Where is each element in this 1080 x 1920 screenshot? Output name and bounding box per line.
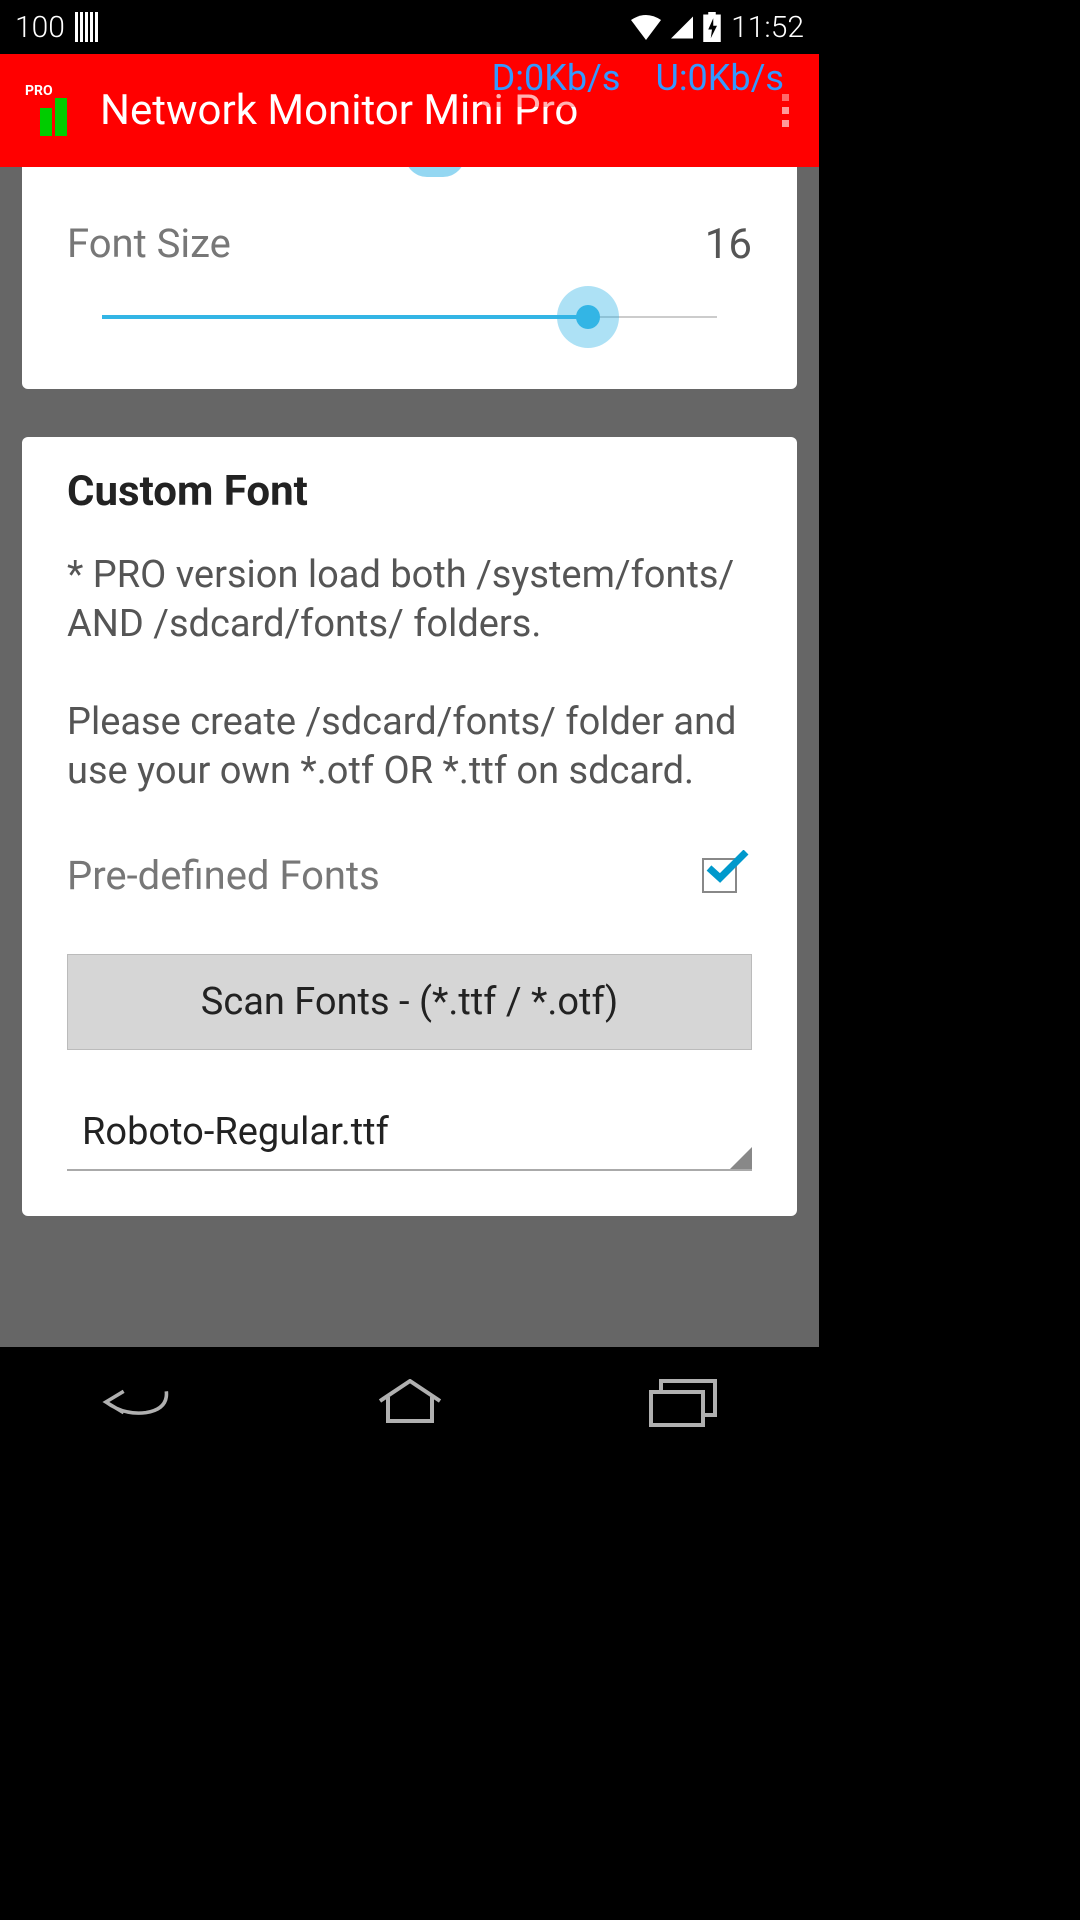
clock-time: 11:52 — [731, 10, 804, 45]
custom-font-description-2: Please create /sdcard/fonts/ folder and … — [67, 698, 752, 797]
speed-overlay: D:0Kb/s U:0Kb/s — [482, 57, 794, 107]
font-size-label: Font Size — [67, 220, 231, 267]
font-selector-dropdown[interactable]: Roboto-Regular.ttf — [67, 1100, 752, 1171]
signal-bars-icon — [25, 98, 67, 136]
upload-speed: U:0Kb/s — [655, 57, 784, 99]
font-size-row: Font Size 16 — [67, 220, 752, 269]
selected-font-value: Roboto-Regular.ttf — [82, 1110, 389, 1154]
predefined-fonts-row[interactable]: Pre-defined Fonts — [67, 852, 752, 899]
status-right: 11:52 — [631, 10, 804, 45]
cell-signal-icon — [671, 15, 693, 40]
font-size-slider[interactable] — [102, 299, 717, 339]
check-icon — [704, 850, 749, 885]
custom-font-card: Custom Font * PRO version load both /sys… — [22, 437, 797, 1216]
battery-charging-icon — [703, 12, 721, 42]
navigation-bar — [0, 1347, 819, 1456]
predefined-fonts-checkbox[interactable] — [702, 858, 737, 893]
font-card: Font Size 16 — [22, 167, 797, 389]
recent-apps-button[interactable] — [638, 1377, 728, 1427]
dropdown-arrow-icon — [730, 1147, 752, 1169]
status-left: 100 — [15, 10, 98, 45]
font-size-value: 16 — [705, 220, 752, 269]
scan-fonts-button[interactable]: Scan Fonts - (*.ttf / *.otf) — [67, 954, 752, 1050]
custom-font-description-1: * PRO version load both /system/fonts/ A… — [67, 551, 752, 650]
home-button[interactable] — [365, 1377, 455, 1427]
custom-font-title: Custom Font — [67, 467, 752, 516]
back-button[interactable] — [92, 1377, 182, 1427]
pro-badge: PRO — [25, 83, 53, 99]
app-icon: PRO — [25, 86, 80, 136]
wifi-icon — [631, 15, 661, 40]
status-bar: 100 11:52 — [0, 0, 819, 54]
download-speed: D:0Kb/s — [492, 57, 621, 99]
previous-slider-partial — [67, 167, 752, 185]
predefined-fonts-label: Pre-defined Fonts — [67, 852, 380, 899]
battery-percentage: 100 — [15, 10, 65, 45]
content-area[interactable]: Font Size 16 Custom Font * PRO version l… — [0, 167, 819, 1347]
barcode-icon — [75, 12, 98, 42]
